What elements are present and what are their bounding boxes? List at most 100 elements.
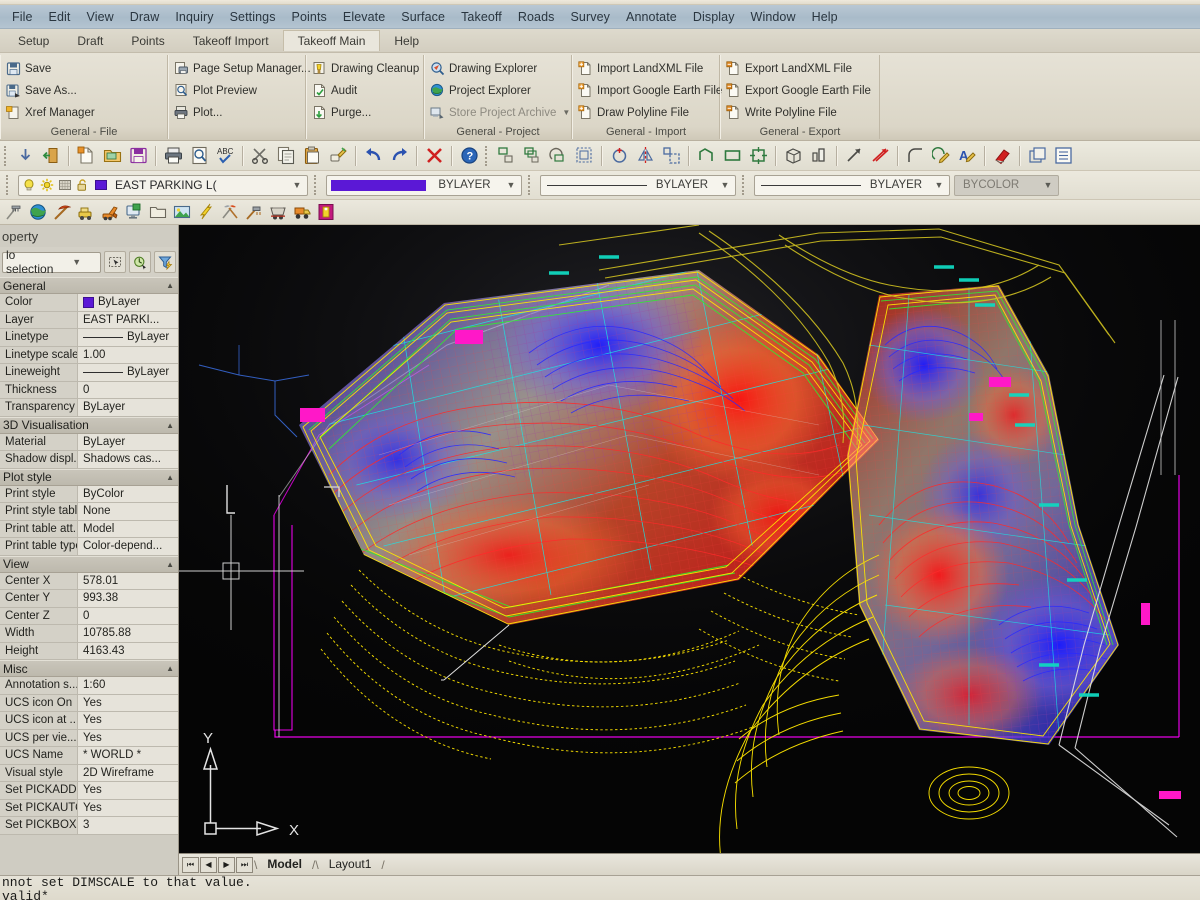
tab-last-button[interactable]: ⏭ [236, 857, 253, 873]
property-value-cell[interactable]: Yes [78, 800, 178, 817]
property-row[interactable]: UCS per vie...Yes [0, 730, 178, 748]
property-row[interactable]: Set PICKADDYes [0, 782, 178, 800]
ribbon-button-write-polyline-file[interactable]: Write Polyline File [725, 102, 873, 123]
property-value-cell[interactable]: ByLayer [78, 329, 178, 346]
property-row[interactable]: UCS icon at ...Yes [0, 712, 178, 730]
ribbon-tab-draft[interactable]: Draft [63, 31, 117, 51]
property-value-cell[interactable]: Yes [78, 695, 178, 712]
property-row[interactable]: Center Y993.38 [0, 590, 178, 608]
layer-previous-icon[interactable] [1025, 143, 1050, 168]
property-group-header-general[interactable]: General▲ [0, 277, 178, 294]
ribbon-tab-points[interactable]: Points [117, 31, 178, 51]
collapse-triangle-icon[interactable]: ▲ [166, 281, 174, 290]
drawing-canvas[interactable]: Y X [179, 225, 1200, 853]
collapse-triangle-icon[interactable]: ▲ [166, 560, 174, 569]
layer-control[interactable]: EAST PARKING L( ▼ [18, 175, 308, 196]
menu-item-elevate[interactable]: Elevate [335, 7, 393, 27]
property-row[interactable]: Set PICKBOX3 [0, 817, 178, 835]
menu-item-display[interactable]: Display [685, 7, 743, 27]
roller-icon[interactable] [75, 201, 97, 223]
property-row[interactable]: Linetype scale1.00 [0, 347, 178, 365]
rake-icon[interactable] [3, 201, 25, 223]
open-drawing-icon[interactable] [100, 143, 125, 168]
property-value-cell[interactable]: 0 [78, 382, 178, 399]
property-value-cell[interactable]: ByLayer [78, 364, 178, 381]
collapse-triangle-icon[interactable]: ▲ [166, 664, 174, 673]
copy-objects-icon[interactable] [494, 143, 519, 168]
linetype-dropdown-chevron-icon[interactable]: ▼ [717, 180, 733, 190]
filter-button[interactable] [154, 251, 176, 273]
ribbon-button-purge[interactable]: Purge... [311, 102, 417, 123]
spell-check-icon[interactable]: ABC [213, 143, 238, 168]
layer-thaw-sun-icon[interactable] [39, 177, 55, 193]
property-value-cell[interactable]: Yes [78, 730, 178, 747]
tab-first-button[interactable]: ⏮ [182, 857, 199, 873]
toolbar-grip-3[interactable] [528, 175, 534, 195]
collapse-triangle-icon[interactable]: ▲ [166, 421, 174, 430]
tab-layout1[interactable]: Layout1 [319, 856, 382, 873]
color-control[interactable]: BYLAYER ▼ [326, 175, 522, 196]
menu-item-file[interactable]: File [4, 7, 41, 27]
ribbon-tab-takeoff-import[interactable]: Takeoff Import [179, 31, 283, 51]
property-row[interactable]: Annotation s...1:60 [0, 677, 178, 695]
property-row[interactable]: UCS Name* WORLD * [0, 747, 178, 765]
property-row[interactable]: LinetypeByLayer [0, 329, 178, 347]
paste-icon[interactable] [300, 143, 325, 168]
property-row[interactable]: Print table typeColor-depend... [0, 538, 178, 556]
property-row[interactable]: LayerEAST PARKI... [0, 312, 178, 330]
toolbar-grip-2[interactable] [314, 175, 320, 195]
menu-item-roads[interactable]: Roads [510, 7, 563, 27]
menu-item-takeoff[interactable]: Takeoff [453, 7, 510, 27]
ribbon-tab-help[interactable]: Help [380, 31, 433, 51]
linetype-control[interactable]: BYLAYER ▼ [540, 175, 736, 196]
property-value-cell[interactable]: 2D Wireframe [78, 765, 178, 782]
property-value-cell[interactable]: 993.38 [78, 590, 178, 607]
ribbon-tab-takeoff-main[interactable]: Takeoff Main [283, 30, 381, 51]
property-row[interactable]: Thickness0 [0, 382, 178, 400]
undo-icon[interactable] [361, 143, 386, 168]
property-value-cell[interactable]: Color-depend... [78, 538, 178, 555]
tab-prev-button[interactable]: ◀ [200, 857, 217, 873]
tab-next-button[interactable]: ▶ [218, 857, 235, 873]
toolbar-grip[interactable] [4, 146, 10, 166]
array-icon[interactable] [572, 143, 597, 168]
property-row[interactable]: Shadow displ...Shadows cas... [0, 451, 178, 469]
layer-manager-icon[interactable] [1051, 143, 1076, 168]
menu-item-help[interactable]: Help [804, 7, 846, 27]
selection-chevron-icon[interactable]: ▼ [53, 257, 100, 267]
property-row[interactable]: Center X578.01 [0, 573, 178, 591]
selection-combo[interactable]: lo selection ▼ [2, 252, 101, 273]
property-value-cell[interactable]: Yes [78, 782, 178, 799]
menu-item-inquiry[interactable]: Inquiry [167, 7, 221, 27]
menu-item-surface[interactable]: Surface [393, 7, 453, 27]
save-drawing-icon[interactable] [126, 143, 151, 168]
hammer-icon[interactable] [243, 201, 265, 223]
menu-item-draw[interactable]: Draw [122, 7, 168, 27]
menu-item-annotate[interactable]: Annotate [618, 7, 685, 27]
ribbon-button-draw-polyline-file[interactable]: Draw Polyline File [577, 102, 713, 123]
menu-item-settings[interactable]: Settings [222, 7, 284, 27]
print-icon[interactable] [161, 143, 186, 168]
property-value-cell[interactable]: Yes [78, 712, 178, 729]
mirror-icon[interactable] [633, 143, 658, 168]
property-row[interactable]: TransparencyByLayer [0, 399, 178, 417]
property-group-header-plot-style[interactable]: Plot style▲ [0, 469, 178, 486]
ribbon-button-xref-manager[interactable]: Xref Manager [5, 102, 161, 123]
command-line[interactable]: nnot set DIMSCALE to that value.valid* [0, 875, 1200, 900]
property-row[interactable]: MaterialByLayer [0, 434, 178, 452]
rotate-icon[interactable] [607, 143, 632, 168]
collapse-triangle-icon[interactable]: ▲ [166, 473, 174, 482]
layer-on-bulb-icon[interactable] [21, 177, 37, 193]
ribbon-button-plot[interactable]: Plot... [173, 102, 299, 123]
lineweight-dropdown-chevron-icon[interactable]: ▼ [931, 180, 947, 190]
property-value-cell[interactable]: Shadows cas... [78, 451, 178, 468]
ribbon-button-import-landxml-file[interactable]: Import LandXML File [577, 58, 713, 79]
ribbon-button-import-google-earth-file[interactable]: Import Google Earth File [577, 80, 713, 101]
offset-icon[interactable] [520, 143, 545, 168]
property-value-cell[interactable]: ByColor [78, 486, 178, 503]
chevron-down-icon[interactable]: ▼ [562, 108, 570, 117]
property-value-cell[interactable]: 3 [78, 817, 178, 834]
menu-item-edit[interactable]: Edit [41, 7, 79, 27]
dump-truck-icon[interactable] [291, 201, 313, 223]
ribbon-button-plot-preview[interactable]: Plot Preview [173, 80, 299, 101]
